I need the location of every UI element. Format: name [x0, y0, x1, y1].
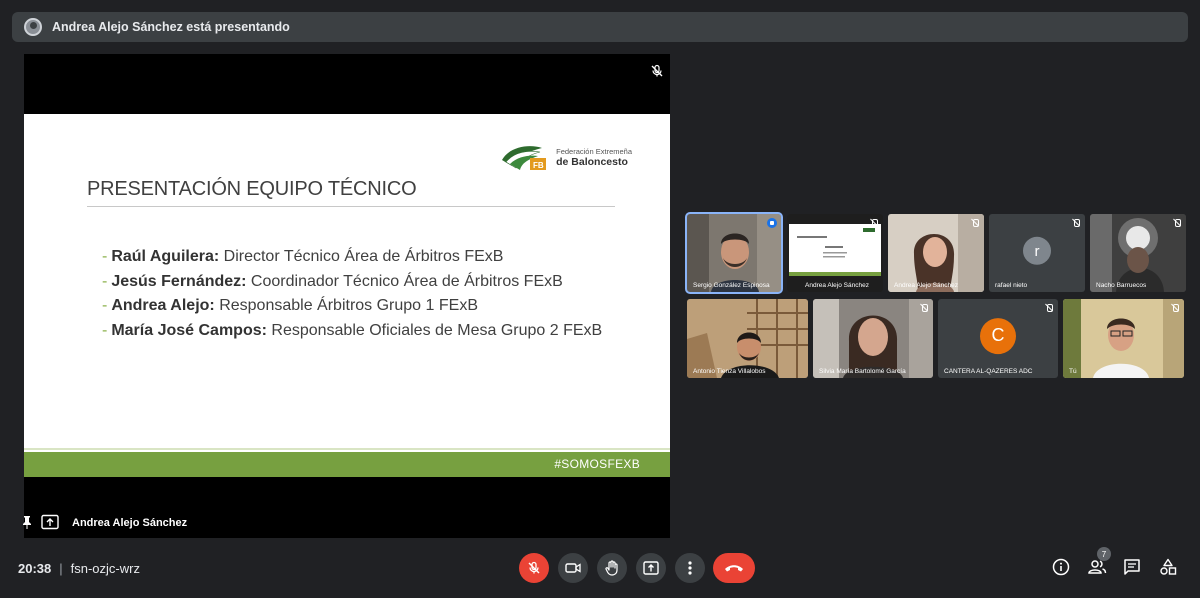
leave-call-button[interactable]: [713, 553, 755, 583]
participant-video: [1063, 299, 1184, 378]
presenting-banner: Andrea Alejo Sánchez está presentando: [12, 12, 1188, 42]
staff-role: Responsable Oficiales de Mesa Grupo 2 FE…: [266, 321, 603, 339]
staff-role: Coordinador Técnico Área de Árbitros FEx…: [246, 272, 563, 290]
camera-toggle-button[interactable]: [558, 553, 588, 583]
fexb-emblem-icon: FB: [502, 146, 547, 170]
meeting-info: 20:38 | fsn-ozjc-wrz: [18, 561, 140, 576]
raise-hand-button[interactable]: [597, 553, 627, 583]
separator: |: [59, 561, 63, 576]
people-icon: [1088, 560, 1107, 574]
list-item: - Andrea Alejo: Responsable Árbitros Grup…: [102, 297, 478, 314]
svg-text:FB: FB: [533, 161, 544, 170]
logo-line-1: Federación Extremeña: [556, 146, 632, 156]
list-item: - María José Campos: Responsable Oficiale…: [102, 321, 603, 339]
speaking-indicator-icon: [767, 218, 777, 228]
fexb-logo: FB Federación Extremeña de Baloncesto: [500, 142, 632, 172]
presenter-name: Andrea Alejo Sánchez: [72, 517, 188, 529]
footer-divider: [24, 448, 670, 450]
slide-title: PRESENTACIÓN EQUIPO TÉCNICO: [87, 178, 417, 200]
participant-avatar: C: [980, 317, 1016, 354]
hang-up-icon: [725, 565, 743, 572]
more-options-button[interactable]: [675, 553, 705, 583]
participant-name: Andrea Alejo Sánchez: [894, 282, 958, 289]
camera-icon: [565, 563, 581, 573]
participant-tile-andrea-cam[interactable]: Andrea Alejo Sánchez: [888, 214, 984, 292]
more-vert-icon: [688, 561, 692, 575]
staff-name: María José Campos:: [111, 321, 267, 339]
mic-off-icon: [1173, 219, 1181, 227]
participant-tile-nacho[interactable]: Nacho Barruecos: [1090, 214, 1186, 292]
staff-name: Jesús Fernández:: [111, 272, 247, 290]
presenting-text: Andrea Alejo Sánchez está presentando: [52, 20, 290, 34]
mic-off-icon: [528, 561, 540, 574]
staff-name: Andrea Alejo:: [111, 297, 215, 314]
shared-screen-thumbnail: [787, 214, 883, 292]
mic-off-icon: [1045, 304, 1053, 312]
activities-button[interactable]: [1158, 557, 1178, 577]
meeting-code: fsn-ozjc-wrz: [70, 561, 140, 576]
slide: FB Federación Extremeña de Baloncesto PR…: [24, 114, 670, 477]
mic-off-icon: [971, 219, 979, 227]
mic-off-icon: [1072, 219, 1080, 227]
participant-name: rafael nieto: [995, 282, 1028, 289]
participant-tile-sergio[interactable]: Sergio González Espinosa: [685, 212, 783, 294]
participant-avatar: r: [1023, 236, 1051, 265]
slide-footer: #SOMOSFEXB: [24, 452, 670, 477]
participant-tile-self[interactable]: Tú: [1063, 299, 1184, 378]
participant-tile-silvia[interactable]: Silvia María Bartolomé García: [813, 299, 933, 378]
list-item: - Raúl Aguilera: Director Técnico Área de…: [102, 248, 504, 265]
footer-hashtag: #SOMOSFEXB: [554, 457, 640, 471]
chat-button[interactable]: [1122, 557, 1142, 577]
presentation-stage[interactable]: FB Federación Extremeña de Baloncesto PR…: [21, 54, 670, 538]
participant-tile-antonio[interactable]: Antonio Tienza Villalobos: [687, 299, 808, 378]
participants-count-badge: 7: [1097, 547, 1111, 561]
participant-tile-rafael[interactable]: r rafael nieto: [989, 214, 1085, 292]
participant-name: CANTERA AL-QAZERES ADC: [944, 368, 1033, 375]
activities-icon: [1160, 558, 1177, 575]
mic-off-icon: [651, 64, 663, 77]
info-icon: [1052, 558, 1070, 576]
staff-name: Raúl Aguilera:: [111, 248, 220, 265]
present-now-button[interactable]: [636, 553, 666, 583]
clock: 20:38: [18, 561, 52, 576]
pin-icon[interactable]: [21, 515, 33, 529]
present-screen-icon: [643, 561, 659, 575]
hand-icon: [605, 560, 618, 576]
participant-video: [888, 214, 984, 292]
mic-off-icon: [920, 304, 928, 312]
mic-off-icon: [870, 219, 878, 227]
mic-off-icon: [1171, 304, 1179, 312]
presenter-avatar: [24, 18, 42, 36]
chat-icon: [1124, 559, 1140, 575]
participant-tile-cantera[interactable]: C CANTERA AL-QAZERES ADC: [938, 299, 1058, 378]
meeting-details-button[interactable]: [1051, 557, 1071, 577]
participant-name: Silvia María Bartolomé García: [819, 368, 906, 375]
title-divider: [87, 206, 615, 207]
participant-video: [1090, 214, 1186, 292]
mic-toggle-button[interactable]: [519, 553, 549, 583]
bottom-toolbar: 20:38 | fsn-ozjc-wrz 7: [0, 545, 1200, 598]
participant-video: [813, 299, 933, 378]
staff-role: Responsable Árbitros Grupo 1 FExB: [214, 297, 478, 314]
present-screen-icon: [41, 514, 59, 530]
list-item: - Jesús Fernández: Coordinador Técnico Ár…: [102, 272, 563, 290]
participant-name: Tú: [1069, 368, 1077, 375]
participant-name: Nacho Barruecos: [1096, 282, 1147, 289]
participant-name: Andrea Alejo Sánchez: [805, 282, 869, 289]
staff-list: - Raúl Aguilera: Director Técnico Área de…: [102, 245, 602, 343]
participant-name: Antonio Tienza Villalobos: [693, 368, 766, 375]
participant-name: Sergio González Espinosa: [693, 282, 770, 289]
participant-tile-andrea-screen[interactable]: Andrea Alejo Sánchez: [787, 214, 883, 292]
participant-video: [687, 299, 808, 378]
staff-role: Director Técnico Área de Árbitros FExB: [219, 248, 504, 265]
logo-line-2: de Baloncesto: [556, 155, 628, 168]
